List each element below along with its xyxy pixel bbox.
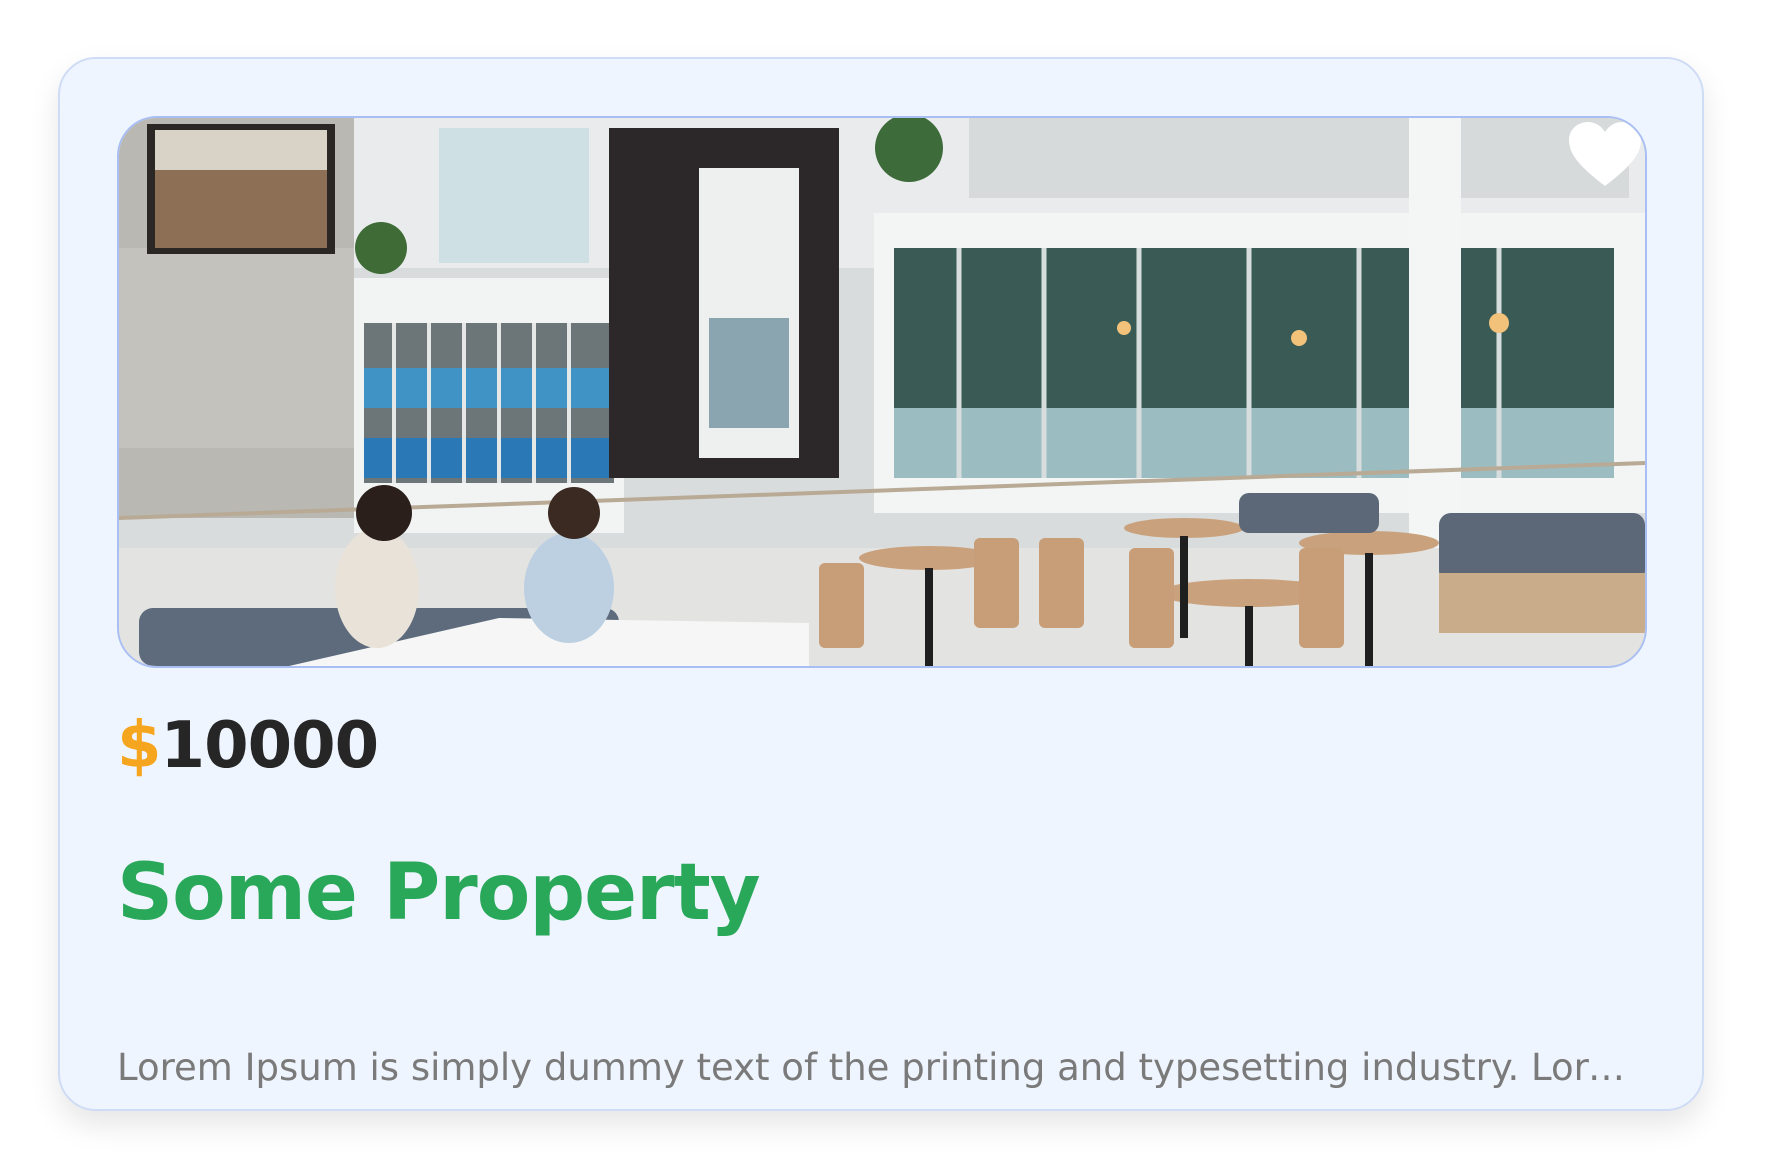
price: $10000 [117,714,379,778]
property-photo-illustration [119,118,1645,666]
price-amount: 10000 [160,709,380,783]
heart-icon[interactable] [1567,120,1643,190]
currency-symbol: $ [117,709,162,783]
property-description: Lorem Ipsum is simply dummy text of the … [117,1046,1647,1089]
property-image[interactable] [117,116,1647,668]
property-title[interactable]: Some Property [117,854,761,932]
property-card[interactable]: $10000 Some Property Lorem Ipsum is simp… [58,57,1704,1111]
